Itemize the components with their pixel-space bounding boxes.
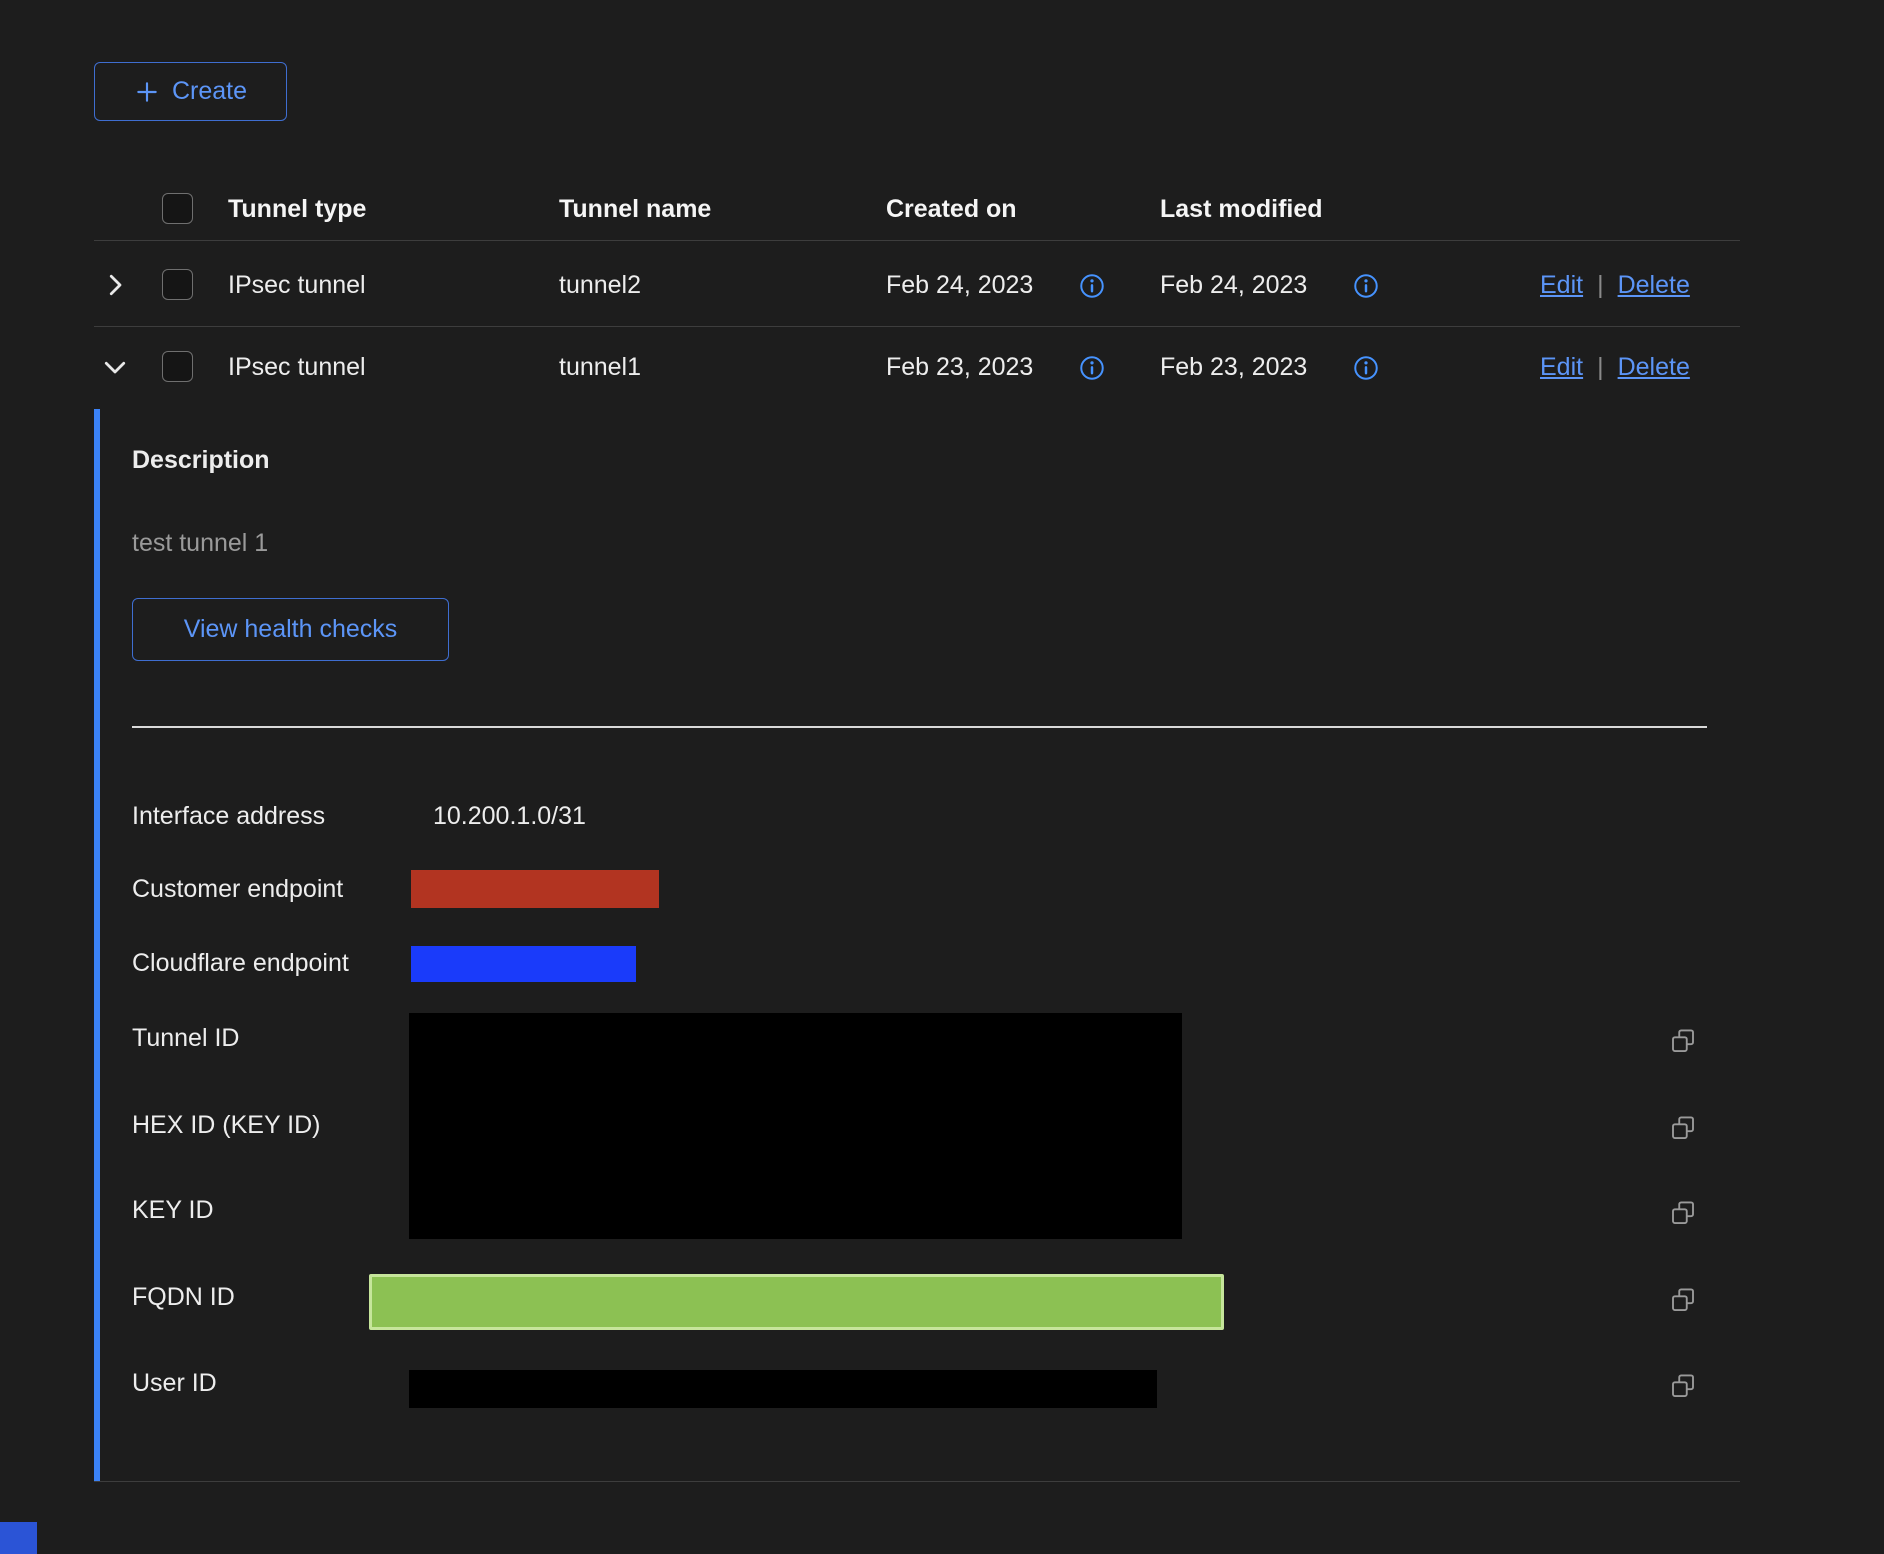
copy-icon (1668, 1131, 1698, 1146)
interface-address-label: Interface address (132, 801, 325, 831)
customer-endpoint-label: Customer endpoint (132, 874, 343, 904)
row-checkbox[interactable] (162, 351, 193, 382)
user-id-redacted (409, 1370, 1157, 1408)
copy-icon (1668, 1044, 1698, 1059)
cell-last-modified: Feb 24, 2023 (1160, 270, 1307, 300)
collapse-row-button[interactable] (100, 352, 130, 382)
column-header-tunnel-type: Tunnel type (228, 194, 366, 224)
cloudflare-endpoint-redacted (411, 946, 636, 982)
plus-icon (134, 79, 160, 105)
user-id-label: User ID (132, 1368, 217, 1398)
expand-row-button[interactable] (100, 270, 130, 300)
copy-icon (1668, 1389, 1698, 1404)
info-icon (1352, 370, 1380, 385)
cell-created-on: Feb 24, 2023 (886, 270, 1033, 300)
tunnel-id-label: Tunnel ID (132, 1023, 239, 1053)
edit-link[interactable]: Edit (1540, 352, 1583, 382)
view-health-checks-label: View health checks (184, 615, 398, 644)
created-on-info-button[interactable] (1078, 354, 1106, 382)
fqdn-id-label: FQDN ID (132, 1282, 235, 1312)
info-icon (1352, 288, 1380, 303)
view-health-checks-button[interactable]: View health checks (132, 598, 449, 661)
row-divider (94, 326, 1740, 327)
edit-link[interactable]: Edit (1540, 270, 1583, 300)
cell-last-modified: Feb 23, 2023 (1160, 352, 1307, 382)
column-header-tunnel-name: Tunnel name (559, 194, 711, 224)
row-checkbox[interactable] (162, 269, 193, 300)
fqdn-id-redacted (369, 1274, 1224, 1330)
interface-address-value: 10.200.1.0/31 (433, 801, 586, 831)
copy-tunnel-id-button[interactable] (1668, 1026, 1698, 1056)
delete-link[interactable]: Delete (1618, 352, 1690, 382)
column-header-created-on: Created on (886, 194, 1017, 224)
info-icon (1078, 370, 1106, 385)
bottom-left-blue-marker (0, 1522, 37, 1554)
expanded-section-bottom-divider (94, 1481, 1740, 1482)
select-all-checkbox[interactable] (162, 193, 193, 224)
info-icon (1078, 288, 1106, 303)
copy-icon (1668, 1216, 1698, 1231)
cell-tunnel-name: tunnel2 (559, 270, 641, 300)
cell-tunnel-type: IPsec tunnel (228, 352, 366, 382)
tunnels-page: Create Tunnel type Tunnel name Created o… (0, 0, 1884, 1554)
copy-user-id-button[interactable] (1668, 1371, 1698, 1401)
copy-hex-id-button[interactable] (1668, 1113, 1698, 1143)
cloudflare-endpoint-label: Cloudflare endpoint (132, 948, 349, 978)
description-value: test tunnel 1 (132, 528, 268, 558)
copy-fqdn-id-button[interactable] (1668, 1285, 1698, 1315)
section-divider (132, 726, 1707, 728)
key-id-label: KEY ID (132, 1195, 214, 1225)
customer-endpoint-redacted (411, 870, 659, 908)
create-button-label: Create (172, 77, 247, 106)
delete-link[interactable]: Delete (1618, 270, 1690, 300)
action-separator: | (1597, 352, 1604, 382)
copy-key-id-button[interactable] (1668, 1198, 1698, 1228)
last-modified-info-button[interactable] (1352, 272, 1380, 300)
chevron-down-icon (100, 370, 130, 385)
cell-tunnel-type: IPsec tunnel (228, 270, 366, 300)
description-label: Description (132, 445, 270, 475)
cell-created-on: Feb 23, 2023 (886, 352, 1033, 382)
ids-redacted (409, 1013, 1182, 1239)
cell-tunnel-name: tunnel1 (559, 352, 641, 382)
hex-id-label: HEX ID (KEY ID) (132, 1110, 320, 1140)
chevron-right-icon (100, 288, 130, 303)
expanded-row-accent-bar (94, 409, 100, 1481)
create-button[interactable]: Create (94, 62, 287, 121)
column-header-last-modified: Last modified (1160, 194, 1323, 224)
header-divider (94, 240, 1740, 241)
last-modified-info-button[interactable] (1352, 354, 1380, 382)
action-separator: | (1597, 270, 1604, 300)
copy-icon (1668, 1303, 1698, 1318)
created-on-info-button[interactable] (1078, 272, 1106, 300)
